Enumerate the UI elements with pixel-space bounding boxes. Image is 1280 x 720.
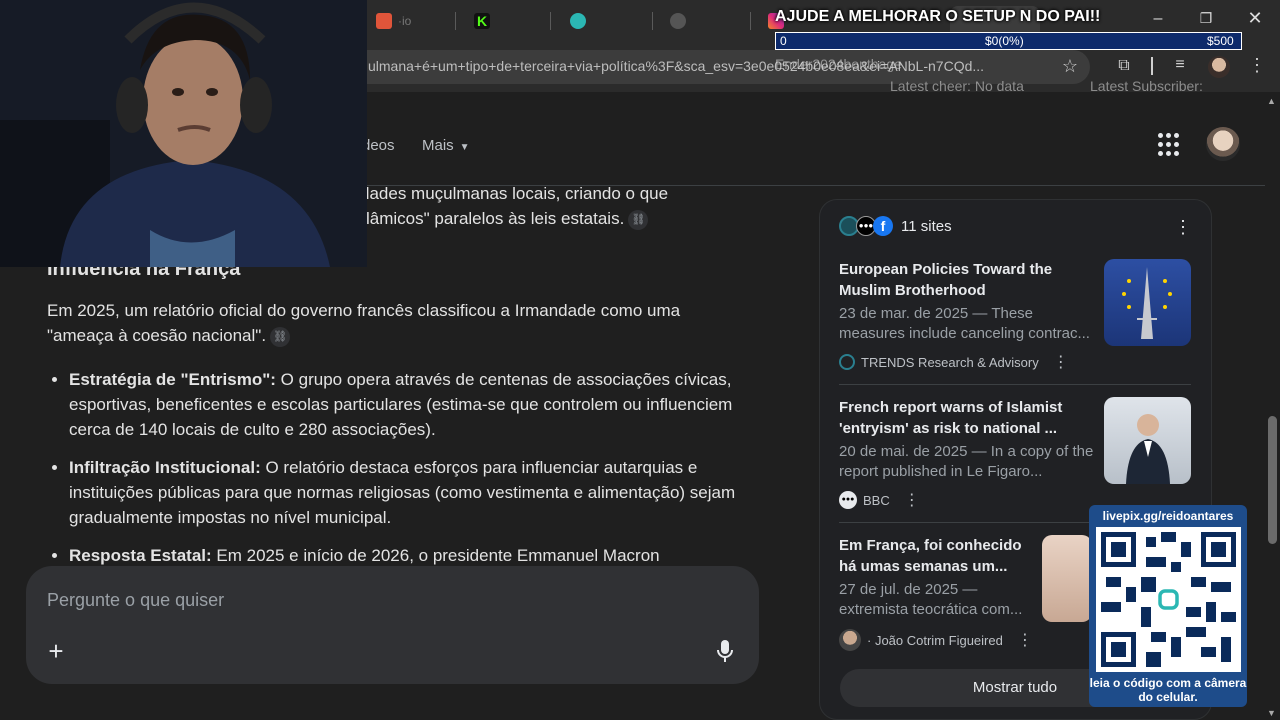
bookmark-star-icon[interactable]: ☆ <box>1060 56 1080 77</box>
list-item: Estratégia de "Entrismo": O grupo opera … <box>69 367 747 442</box>
tab-favicon-icon <box>376 13 392 29</box>
browser-menu-icon[interactable]: ⋮ <box>1248 55 1266 76</box>
source-card-title[interactable]: Em França, foi conhecido há umas semanas… <box>839 535 1034 577</box>
author-avatar <box>839 629 861 651</box>
scroll-down-icon[interactable]: ▼ <box>1267 708 1276 718</box>
tab-more[interactable]: Mais ▼ <box>422 137 470 154</box>
browser-tab[interactable]: K <box>466 6 498 36</box>
url-text[interactable]: ulmana+é+um+tipo+de+terceira+via+polític… <box>368 58 1058 74</box>
tab-separator <box>550 12 551 30</box>
facebook-favicon-icon: f <box>873 216 893 236</box>
intro-text: Em 2025, um relatório oficial do governo… <box>47 301 681 345</box>
overview-line: dades muçulmanas locais, criando o que <box>360 184 669 203</box>
latest-subscriber: Latest Subscriber: <box>1090 78 1203 94</box>
speaker-photo-image <box>1126 414 1170 484</box>
stream-overlay-text: Ender2024bonthage <box>775 56 902 72</box>
link-icon[interactable]: ⛓ <box>628 209 649 230</box>
source-card-snippet: 23 de mar. de 2025 — These measures incl… <box>839 305 1090 342</box>
bullet-heading: Resposta Estatal: <box>69 546 212 565</box>
trends-site-icon <box>839 354 855 370</box>
source-card-title[interactable]: European Policies Toward the Muslim Brot… <box>839 259 1094 301</box>
tab-faded-text: ·io <box>398 14 412 28</box>
toolbar-divider <box>1151 57 1153 75</box>
browser-tab[interactable] <box>562 6 594 36</box>
caret-down-icon: ▼ <box>459 142 470 153</box>
ask-box <box>26 566 759 684</box>
google-apps-icon[interactable] <box>1158 133 1182 157</box>
bullet-heading: Infiltração Institucional: <box>69 458 261 477</box>
media-list-icon[interactable]: ≡ <box>1170 56 1190 74</box>
source-card-site[interactable]: ●●● BBC ⋮ <box>839 490 920 510</box>
source-site-name: BBC <box>863 492 890 508</box>
source-thumbnail[interactable] <box>1104 397 1191 484</box>
more-icon[interactable]: ⋮ <box>1053 352 1069 372</box>
goal-current: 0 <box>780 34 787 48</box>
donation-url: livepix.gg/reidoantares <box>1102 509 1234 523</box>
latest-cheer: Latest cheer: No data <box>890 78 1024 94</box>
sources-favicons: ●●● f <box>839 216 893 236</box>
qr-code-image <box>1096 527 1241 672</box>
ask-input[interactable]: Pergunte o que quiser <box>47 590 224 611</box>
source-card-snippet: 27 de jul. de 2025 — extremista teocráti… <box>839 581 1023 618</box>
qr-code <box>1096 527 1241 672</box>
overview-line-text: lâmicos" paralelos às leis estatais. <box>366 209 625 228</box>
scrollbar-track[interactable] <box>1265 92 1280 720</box>
source-site-name: · João Cotrim Figueired <box>867 632 1003 648</box>
browser-tab[interactable]: ·io <box>368 6 419 36</box>
source-card-snippet: 20 de mai. de 2025 — In a copy of the re… <box>839 443 1094 480</box>
app-favicon-icon <box>570 13 586 29</box>
card-divider <box>839 384 1191 385</box>
minimize-icon[interactable]: – <box>1148 10 1168 28</box>
scroll-up-icon[interactable]: ▲ <box>1267 96 1276 106</box>
extensions-icon[interactable]: ⧉ <box>1114 57 1134 75</box>
tab-separator <box>652 12 653 30</box>
link-icon[interactable]: ⛓ <box>270 326 291 347</box>
openai-favicon-icon <box>670 13 686 29</box>
sources-count[interactable]: 11 sites <box>901 218 952 235</box>
goal-target: $500 <box>1207 34 1234 48</box>
bbc-site-icon: ●●● <box>839 491 857 509</box>
list-item: Resposta Estatal: Em 2025 e início de 20… <box>69 543 747 568</box>
source-thumbnail[interactable] <box>1042 535 1092 622</box>
bullet-heading: Estratégia de "Entrismo": <box>69 370 276 389</box>
add-attachment-button[interactable]: + <box>44 636 68 667</box>
browser-profile-avatar[interactable] <box>1208 56 1230 78</box>
account-avatar[interactable] <box>1206 127 1240 161</box>
overview-line-2: lâmicos" paralelos às leis estatais. ⛓ <box>366 206 806 231</box>
streamer-webcam-image <box>0 0 367 267</box>
source-site-name: TRENDS Research & Advisory <box>861 354 1039 370</box>
source-card-title[interactable]: French report warns of Islamist 'entryis… <box>839 397 1094 439</box>
list-item: Infiltração Institucional: O relatório d… <box>69 455 747 530</box>
kick-favicon-icon: K <box>474 13 490 29</box>
qr-caption: leia o código com a câmera do celular. <box>1089 676 1247 704</box>
tab-separator <box>455 12 456 30</box>
source-card-site[interactable]: TRENDS Research & Advisory ⋮ <box>839 352 1069 372</box>
close-window-icon[interactable]: ✕ <box>1244 8 1266 29</box>
scrollbar-thumb[interactable] <box>1268 416 1277 544</box>
microphone-icon[interactable] <box>716 639 734 663</box>
restore-icon[interactable]: ❐ <box>1196 10 1216 27</box>
more-icon[interactable]: ⋮ <box>1017 630 1033 650</box>
stream-goal-title: AJUDE A MELHORAR O SETUP N DO PAI!! <box>775 8 1101 25</box>
bullet-text: Em 2025 e início de 2026, o presidente E… <box>211 546 660 565</box>
more-icon[interactable]: ⋮ <box>904 490 920 510</box>
goal-progress: $0(0%) <box>985 34 1024 48</box>
intro-paragraph: Em 2025, um relatório oficial do governo… <box>47 298 727 348</box>
source-thumbnail[interactable] <box>1104 259 1191 346</box>
tab-more-label: Mais <box>422 137 454 154</box>
bullet-list: Estratégia de "Entrismo": O grupo opera … <box>47 367 747 581</box>
sources-menu-icon[interactable]: ⋮ <box>1174 217 1192 238</box>
webcam-overlay <box>0 0 367 267</box>
eiffel-eu-image <box>1122 267 1172 339</box>
browser-tab[interactable] <box>662 6 694 36</box>
source-card-site[interactable]: · João Cotrim Figueired ⋮ <box>839 629 1033 651</box>
tab-separator <box>750 12 751 30</box>
